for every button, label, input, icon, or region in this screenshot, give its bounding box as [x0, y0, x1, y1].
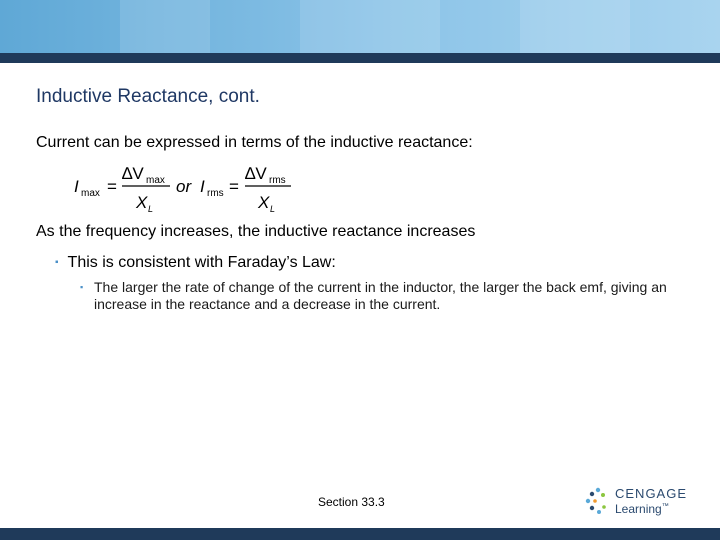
header-band: [0, 0, 720, 53]
logo-trademark: ™: [661, 503, 669, 510]
formula-lhs2-sub: rms: [207, 188, 224, 199]
bullet-faraday: ▪ This is consistent with Faraday’s Law:: [55, 254, 336, 272]
formula-lhs2: I: [200, 177, 205, 196]
formula-num2: ∆V: [245, 164, 267, 183]
formula-equals-2: =: [229, 177, 239, 196]
sub-bullet-back-emf: ▪ The larger the rate of change of the c…: [80, 279, 690, 313]
formula-den1: X: [135, 193, 148, 212]
intro-text: Current can be expressed in terms of the…: [36, 134, 473, 151]
formula-lhs1-sub: max: [81, 188, 100, 199]
formula-num1: ∆V: [122, 164, 144, 183]
frequency-statement: As the frequency increases, the inductiv…: [36, 223, 476, 240]
formula-den2: X: [257, 193, 270, 212]
footer-rule: [0, 528, 720, 540]
sub-bullet-back-emf-text: The larger the rate of change of the cur…: [94, 279, 667, 312]
formula-equals-1: =: [107, 177, 117, 196]
formula-den1-sub: L: [148, 204, 153, 214]
sub-bullet-marker: ▪: [80, 282, 84, 292]
cengage-logo-mark-icon: [585, 487, 606, 514]
slide-title: Inductive Reactance, cont.: [36, 86, 260, 107]
formula-lhs1: I: [74, 177, 79, 196]
logo-wordmark-learning: Learning™: [615, 502, 669, 516]
bullet-faraday-text: This is consistent with Faraday’s Law:: [67, 254, 336, 271]
current-formula: I max = ∆V max X L or I rms = ∆V rms X L: [74, 162, 304, 218]
formula-num2-sub: rms: [269, 175, 286, 186]
formula-den2-sub: L: [270, 204, 275, 214]
formula-num1-sub: max: [146, 175, 165, 186]
header-rule: [0, 53, 720, 63]
bullet-marker: ▪: [55, 257, 59, 268]
logo-learning-text: Learning: [615, 502, 662, 516]
section-footer: Section 33.3: [318, 495, 385, 509]
formula-connector: or: [176, 177, 192, 196]
cengage-logo: CENGAGE Learning™: [584, 484, 694, 520]
logo-wordmark-cengage: CENGAGE: [615, 486, 688, 501]
